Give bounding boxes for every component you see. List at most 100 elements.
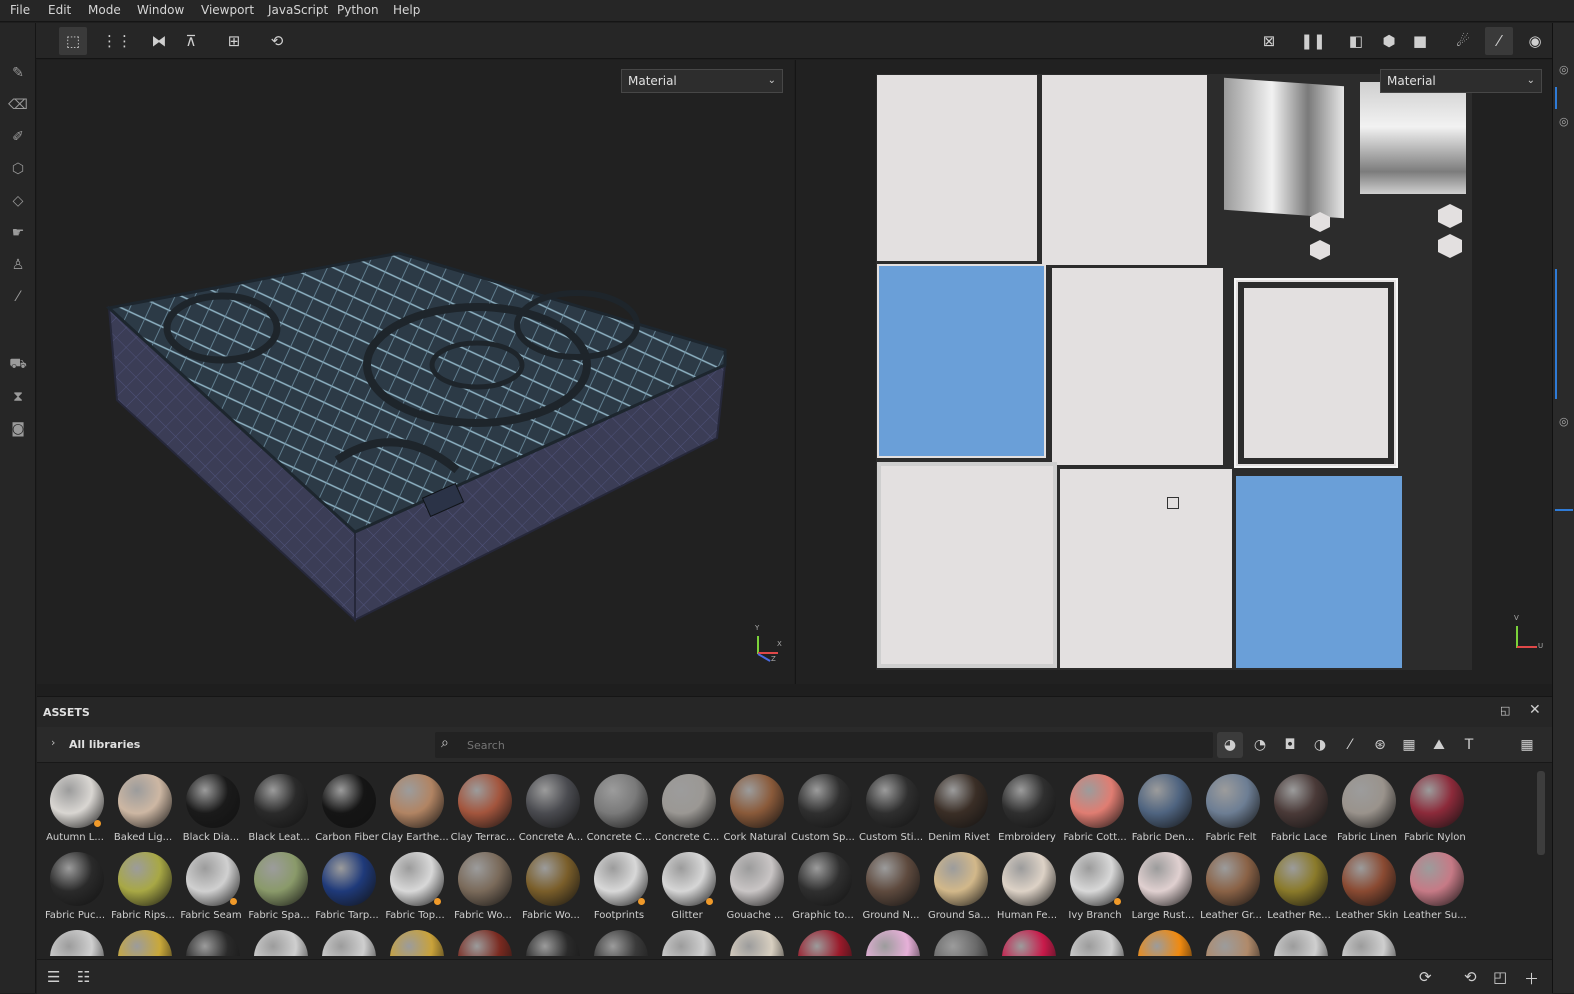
asset-tile[interactable]: Glitter: [653, 848, 721, 926]
uv-island-curved[interactable]: [1360, 82, 1466, 194]
visibility-eye-icon[interactable]: ◎: [1559, 115, 1569, 128]
bake-tool-icon[interactable]: ⛟: [6, 353, 30, 377]
screenshot-camera-icon[interactable]: ◉: [1521, 27, 1549, 55]
effects-icon[interactable]: ☄: [1449, 27, 1477, 55]
uv-island[interactable]: [1234, 278, 1398, 468]
asset-tile[interactable]: Ground Sa...: [925, 848, 993, 926]
menu-javascript[interactable]: JavaScript: [268, 3, 328, 17]
uv-island[interactable]: [1042, 75, 1207, 265]
asset-tile[interactable]: [381, 926, 449, 956]
asset-tile[interactable]: [653, 926, 721, 956]
asset-tile[interactable]: [1197, 926, 1265, 956]
asset-tile[interactable]: Custom Sti...: [857, 770, 925, 848]
asset-tile[interactable]: [245, 926, 313, 956]
asset-tile[interactable]: Gouache ...: [721, 848, 789, 926]
image-tool-icon[interactable]: ◙: [6, 417, 30, 441]
asset-tile[interactable]: Fabric Linen: [1333, 770, 1401, 848]
menu-help[interactable]: Help: [393, 3, 420, 17]
search-box[interactable]: ⌕: [435, 732, 1213, 758]
material-dropdown-2d[interactable]: Material ⌄: [1380, 69, 1542, 93]
asset-tile[interactable]: Cork Natural: [721, 770, 789, 848]
filter-environments-icon[interactable]: ⛰: [1426, 732, 1452, 758]
geometry-fill-tool-icon[interactable]: ⬡: [6, 157, 30, 181]
asset-tile[interactable]: [313, 926, 381, 956]
grid-snap-icon[interactable]: ⋮⋮: [102, 27, 132, 55]
filter-textures-icon[interactable]: ▦: [1396, 732, 1422, 758]
add-frame-icon[interactable]: ⊞: [220, 27, 248, 55]
list-view-icon[interactable]: ☰: [47, 968, 60, 986]
close-icon[interactable]: ✕: [1529, 702, 1541, 718]
asset-tile[interactable]: [449, 926, 517, 956]
filter-brushes-icon[interactable]: ⁄: [1337, 732, 1363, 758]
filter-particles-icon[interactable]: ⊛: [1367, 732, 1393, 758]
uv-island-selected[interactable]: [1236, 476, 1402, 668]
visibility-eye-icon[interactable]: ◎: [1559, 63, 1569, 76]
asset-tile[interactable]: Human Fe...: [993, 848, 1061, 926]
cube-view-icon[interactable]: ⬢: [1375, 27, 1403, 55]
library-selector[interactable]: All libraries: [69, 738, 140, 751]
asset-tile[interactable]: Fabric Felt: [1197, 770, 1265, 848]
asset-tile[interactable]: Ground N...: [857, 848, 925, 926]
undock-icon[interactable]: ◱: [1500, 704, 1510, 717]
filter-filters-icon[interactable]: ◑: [1307, 732, 1333, 758]
search-input[interactable]: [465, 735, 1205, 755]
viewport-3d[interactable]: Material ⌄ Y X Z: [37, 60, 794, 684]
brush-tool-icon[interactable]: ✎: [6, 61, 30, 85]
paint-icon[interactable]: ⁄: [1485, 27, 1513, 55]
asset-tile[interactable]: Fabric Den...: [1129, 770, 1197, 848]
asset-tile[interactable]: Denim Rivet: [925, 770, 993, 848]
uv-island[interactable]: [877, 462, 1057, 668]
menu-viewport[interactable]: Viewport: [201, 3, 254, 17]
asset-tile[interactable]: [721, 926, 789, 956]
asset-tile[interactable]: Fabric Seam: [177, 848, 245, 926]
menu-file[interactable]: File: [10, 3, 30, 17]
asset-tile[interactable]: Clay Earthe...: [381, 770, 449, 848]
menu-python[interactable]: Python: [337, 3, 379, 17]
add-icon[interactable]: ＋: [1524, 968, 1539, 989]
asset-tile[interactable]: Fabric Lace: [1265, 770, 1333, 848]
mattress-model[interactable]: [37, 60, 794, 684]
asset-tile[interactable]: Concrete A...: [517, 770, 585, 848]
smudge-tool-icon[interactable]: ☛: [6, 221, 30, 245]
asset-tile[interactable]: Autumn L...: [41, 770, 109, 848]
mirror-y-icon[interactable]: ⊼: [177, 27, 205, 55]
asset-tile[interactable]: Embroidery: [993, 770, 1061, 848]
asset-tile[interactable]: [1061, 926, 1129, 956]
details-view-icon[interactable]: ☷: [77, 968, 90, 986]
mirror-x-icon[interactable]: ⧓: [145, 27, 173, 55]
uv-island-hex[interactable]: [1438, 204, 1462, 228]
asset-tile[interactable]: Fabric Top...: [381, 848, 449, 926]
asset-tile[interactable]: Fabric Nylon: [1401, 770, 1469, 848]
uv-island-selected[interactable]: [877, 264, 1046, 458]
asset-tile[interactable]: [925, 926, 993, 956]
viewport-2d[interactable]: Material ⌄ V U: [795, 60, 1552, 684]
chevron-right-icon[interactable]: ›: [51, 736, 55, 749]
asset-tile[interactable]: Footprints: [585, 848, 653, 926]
asset-tile[interactable]: Fabric Wo...: [517, 848, 585, 926]
layer-selected-marker[interactable]: [1555, 87, 1573, 109]
asset-tile[interactable]: Leather Gr...: [1197, 848, 1265, 926]
uv-island-hex[interactable]: [1438, 234, 1462, 258]
asset-tile[interactable]: Leather Su...: [1401, 848, 1469, 926]
visibility-eye-icon[interactable]: ◎: [1559, 415, 1569, 428]
menu-window[interactable]: Window: [137, 3, 184, 17]
asset-tile[interactable]: Concrete C...: [585, 770, 653, 848]
color-picker-tool-icon[interactable]: ⁄: [6, 285, 30, 309]
filter-materials-icon[interactable]: ◕: [1217, 732, 1243, 758]
select-mode-icon[interactable]: ⬚: [59, 27, 87, 55]
asset-tile[interactable]: [109, 926, 177, 956]
asset-tile[interactable]: Fabric Cott...: [1061, 770, 1129, 848]
filter-masks-icon[interactable]: ◘: [1277, 732, 1303, 758]
asset-tile[interactable]: [1129, 926, 1197, 956]
asset-tile[interactable]: Concrete C...: [653, 770, 721, 848]
asset-tile[interactable]: Fabric Puc...: [41, 848, 109, 926]
uv-island-curved[interactable]: [1224, 77, 1344, 219]
assets-scrollbar[interactable]: [1537, 771, 1545, 855]
asset-tile[interactable]: Fabric Tarp...: [313, 848, 381, 926]
eraser-tool-icon[interactable]: ⌫: [6, 93, 30, 117]
asset-tile[interactable]: Fabric Spa...: [245, 848, 313, 926]
filter-fonts-icon[interactable]: T: [1456, 732, 1482, 758]
menu-edit[interactable]: Edit: [48, 3, 71, 17]
asset-tile[interactable]: [1333, 926, 1401, 956]
asset-tile[interactable]: Graphic to...: [789, 848, 857, 926]
